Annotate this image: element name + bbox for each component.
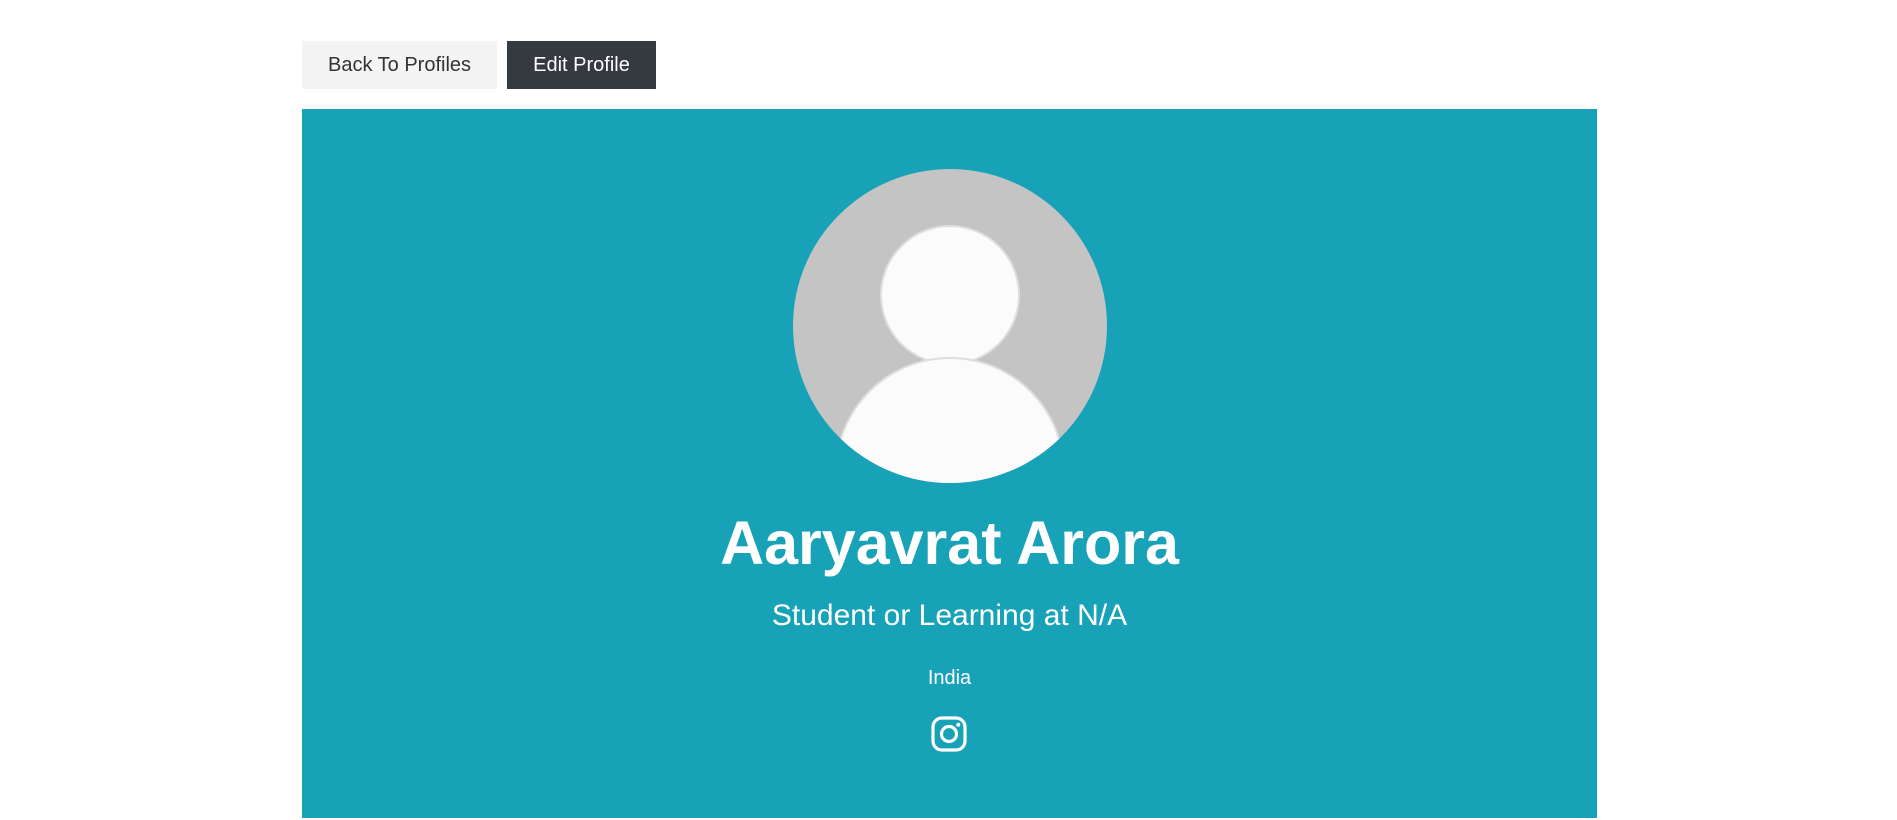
avatar-body-shape (835, 357, 1065, 483)
back-to-profiles-button[interactable]: Back To Profiles (302, 41, 497, 89)
profile-page: Back To Profiles Edit Profile Aaryavrat … (0, 0, 1897, 820)
profile-name: Aaryavrat Arora (720, 509, 1179, 577)
edit-profile-button[interactable]: Edit Profile (507, 41, 656, 89)
avatar-head-shape (880, 225, 1020, 365)
instagram-icon-graphic (931, 716, 967, 752)
profile-location: India (927, 667, 972, 689)
instagram-icon[interactable] (929, 714, 969, 754)
profile-status: Student or Learning at N/A (771, 599, 1128, 632)
profile-actions: Back To Profiles Edit Profile (302, 41, 656, 89)
profile-header-card: Aaryavrat Arora Student or Learning at N… (302, 109, 1597, 818)
avatar (793, 169, 1107, 483)
